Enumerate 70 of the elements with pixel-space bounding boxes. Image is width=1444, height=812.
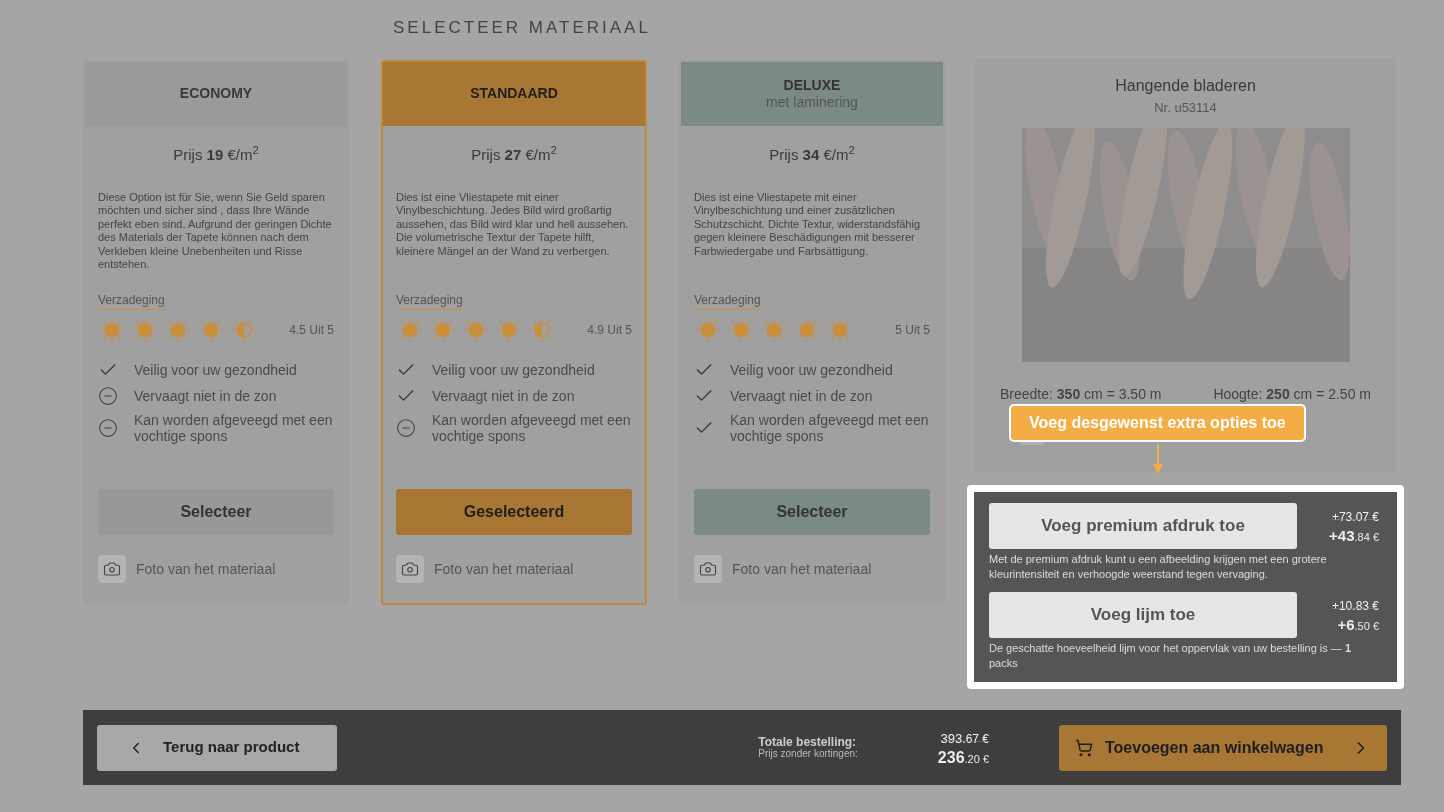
select-button[interactable]: Selecteer <box>98 489 334 535</box>
rating-value: 4.5 Uit 5 <box>289 321 334 339</box>
material-price: Prijs 34 €/m$^{2}$ <box>769 144 855 165</box>
sun-icon <box>495 315 523 344</box>
cart-icon <box>1075 738 1093 757</box>
option-note: De geschatte hoeveelheid lijm voor het oppervlak van uw bestelling is — 1 packs <box>989 641 1352 671</box>
arrow-icon <box>1153 444 1163 474</box>
rating-label: Verzadeging <box>98 290 165 310</box>
feature-text: Vervaagt niet in de zon <box>730 387 873 404</box>
product-number: Nr. u53114 <box>1154 99 1217 117</box>
sun-icon <box>727 315 755 344</box>
feature-text: Kan worden afgeveegd met een vochtige spons <box>432 411 632 444</box>
sun-icon <box>760 315 788 344</box>
camera-icon <box>98 555 126 583</box>
old-price: +73.07 € <box>1331 509 1379 526</box>
feature-text: Vervaagt niet in de zon <box>134 387 277 404</box>
sun-icon <box>462 315 490 344</box>
option-note: Met de premium afdruk kunt u een afbeelding krijgen met een grotere kleurintensiteit en verhoogde weerstand tegen vervaging. <box>989 552 1328 582</box>
feature-text: Kan worden afgeveegd met een vochtige spons <box>730 411 930 444</box>
rating-value: 4.9 Uit 5 <box>587 321 632 339</box>
select-button[interactable]: Selecteer <box>694 489 930 535</box>
material-title: ECONOMY <box>179 85 253 103</box>
page-heading: SELECTEER MATERIAAL <box>393 17 651 39</box>
sun-icon <box>396 315 424 344</box>
material-price: Prijs 27 €/m$^{2}$ <box>471 144 557 165</box>
sun-icon <box>826 315 854 344</box>
photo-link[interactable]: Foto van het materiaal <box>136 558 276 580</box>
feature-text: Vervaagt niet in de zon <box>432 387 575 404</box>
add-to-cart-button[interactable]: Toevoegen aan winkelwagen <box>1059 724 1387 771</box>
feature-text: Veilig voor uw gezondheid <box>432 361 595 378</box>
sun-icon <box>793 315 821 344</box>
callout-tooltip: Voeg desgewenst extra opties toe <box>1009 404 1306 442</box>
material-title: DELUXE <box>783 76 841 94</box>
material-title: STANDAARD <box>470 85 558 103</box>
rating-label: Verzadeging <box>396 290 463 310</box>
old-price: +10.83 € <box>1331 598 1379 615</box>
total-note: Prijs zonder kortingen: <box>758 747 858 760</box>
total-label: Totale bestelling: <box>758 735 857 748</box>
sun-icon <box>429 315 457 344</box>
select-button[interactable]: Geselecteerd <box>396 489 632 535</box>
old-price: 393.67 € <box>940 729 989 748</box>
feature-text: Veilig voor uw gezondheid <box>134 361 297 378</box>
sun-icon <box>131 315 159 344</box>
width-text: Breedte: 350 cm = 3.50 m <box>1000 384 1162 404</box>
camera-icon <box>396 555 424 583</box>
rating-value: 5 Uit 5 <box>895 321 930 339</box>
option-button[interactable]: Voeg premium afdruk toe <box>989 503 1297 549</box>
sun-icon <box>164 315 192 344</box>
material-description: Diese Option ist für Sie, wenn Sie Geld sparen möchten und sicher sind , dass Ihre Wände perfekt eben sind. Aufgrund der geringen Dichte des Materials der Tapete können nach dem Verkleben kleine Unebenheiten und Risse entstehen. <box>98 190 333 272</box>
new-price: 236.20 € <box>937 747 989 768</box>
feature-text: Veilig voor uw gezondheid <box>730 361 893 378</box>
sun-icon <box>694 315 722 344</box>
option-button[interactable]: Voeg lijm toe <box>989 592 1297 638</box>
feature-text: Kan worden afgeveegd met een vochtige spons <box>134 411 334 444</box>
material-price: Prijs 19 €/m$^{2}$ <box>173 144 259 165</box>
camera-icon <box>694 555 722 583</box>
back-button[interactable]: Terug naar product <box>97 724 337 771</box>
sun-icon <box>230 315 258 344</box>
new-price: +6.50 € <box>1337 615 1379 635</box>
photo-link[interactable]: Foto van het materiaal <box>434 558 574 580</box>
sun-icon <box>98 315 126 344</box>
rating-label: Verzadeging <box>694 290 761 310</box>
material-description: Dies ist eine Vliestapete mit einer Vinylbeschichtung. Jedes Bild wird großartig aussehen, das Bild wird klar und hell aussehen. Die volumetrische Textur der Tapete hilft, kleinere Mängel an der Wand zu verbergen. <box>396 190 630 259</box>
photo-link[interactable]: Foto van het materiaal <box>732 558 872 580</box>
sun-icon <box>197 315 225 344</box>
new-price: +43.84 € <box>1329 526 1379 546</box>
material-description: Dies ist eine Vliestapete mit einer Vinylbeschichtung und einer zusätzlichen Schutzschicht. Dichte Textur, widerstandsfähig gegen kleinere Beschädigungen mit besserer Farbwiedergabe und Farbsättigung. <box>694 190 922 259</box>
product-title: Hangende bladeren <box>1115 76 1256 96</box>
height-text: Hoogte: 250 cm = 2.50 m <box>1213 384 1371 404</box>
sun-icon <box>528 315 556 344</box>
